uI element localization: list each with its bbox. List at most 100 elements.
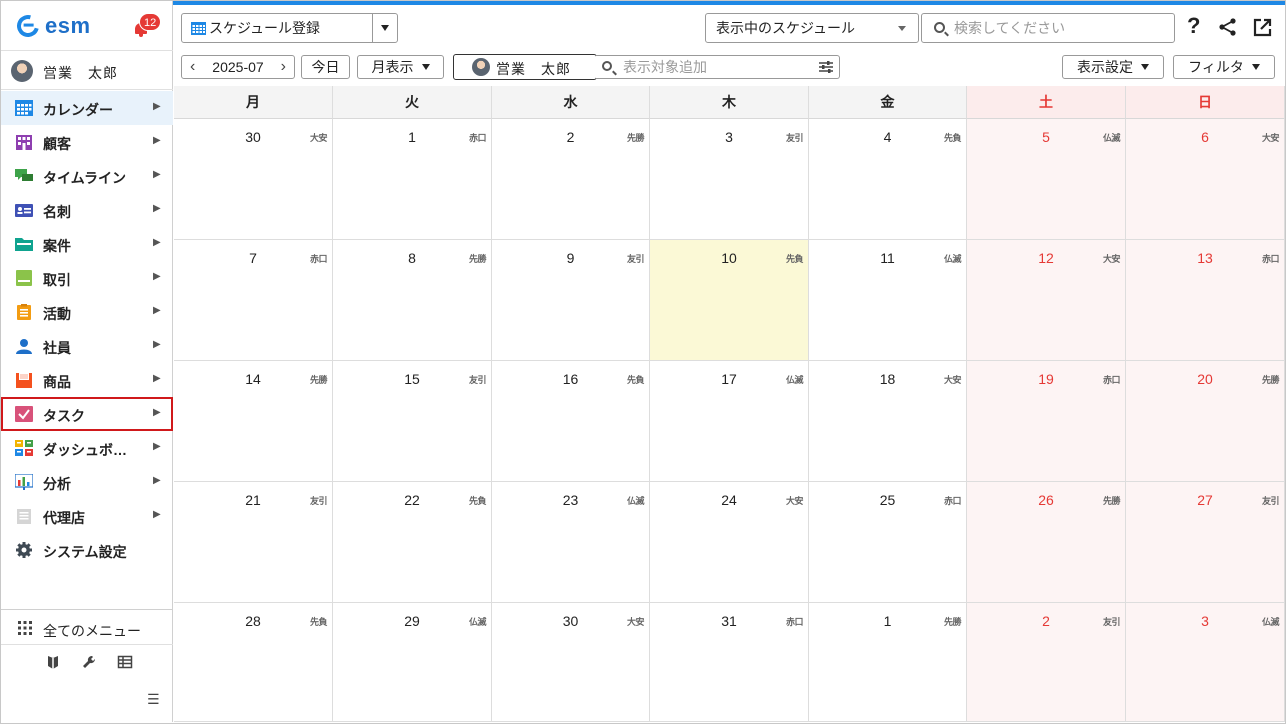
next-month-button[interactable]: › bbox=[281, 58, 286, 76]
calendar-day-cell[interactable]: 25 赤口 bbox=[809, 482, 967, 603]
day-number[interactable]: 6 bbox=[1126, 129, 1284, 145]
wrench-icon[interactable] bbox=[81, 654, 97, 670]
day-number[interactable]: 1 bbox=[333, 129, 491, 145]
day-number[interactable]: 15 bbox=[333, 371, 491, 387]
day-number[interactable]: 2 bbox=[967, 613, 1125, 629]
calendar-day-cell[interactable]: 28 先負 bbox=[174, 603, 333, 722]
calendar-day-cell[interactable]: 31 赤口 bbox=[650, 603, 809, 722]
calendar-day-cell[interactable]: 1 赤口 bbox=[333, 119, 492, 240]
calendar-day-cell[interactable]: 7 赤口 bbox=[174, 240, 333, 361]
notification-badge[interactable]: 12 bbox=[139, 13, 162, 31]
day-number[interactable]: 10 bbox=[650, 250, 808, 266]
sidebar-item-document[interactable]: 代理店 ▶ bbox=[1, 499, 173, 533]
day-number[interactable]: 16 bbox=[492, 371, 649, 387]
calendar-day-cell[interactable]: 30 大安 bbox=[492, 603, 650, 722]
calendar-day-cell[interactable]: 22 先負 bbox=[333, 482, 492, 603]
collapse-sidebar-icon[interactable]: ☰ bbox=[147, 691, 160, 708]
calendar-day-cell[interactable]: 8 先勝 bbox=[333, 240, 492, 361]
calendar-day-cell[interactable]: 30 大安 bbox=[174, 119, 333, 240]
calendar-day-cell[interactable]: 26 先勝 bbox=[967, 482, 1126, 603]
member-chip[interactable]: 営業 太郎 bbox=[453, 54, 597, 80]
calendar-day-cell[interactable]: 24 大安 bbox=[650, 482, 809, 603]
table-icon[interactable] bbox=[117, 654, 133, 670]
day-number[interactable]: 20 bbox=[1126, 371, 1284, 387]
sidebar-item-product[interactable]: 商品 ▶ bbox=[1, 363, 173, 397]
day-number[interactable]: 30 bbox=[492, 613, 649, 629]
sidebar-item-gear[interactable]: システム設定 bbox=[1, 533, 173, 567]
sidebar-item-person[interactable]: 社員 ▶ bbox=[1, 329, 173, 363]
day-number[interactable]: 3 bbox=[650, 129, 808, 145]
filter-button[interactable]: フィルタ bbox=[1173, 55, 1275, 79]
day-number[interactable]: 2 bbox=[492, 129, 649, 145]
view-mode-select[interactable]: 月表示 bbox=[357, 55, 444, 79]
day-number[interactable]: 27 bbox=[1126, 492, 1284, 508]
calendar-day-cell[interactable]: 11 仏滅 bbox=[809, 240, 967, 361]
calendar-day-cell[interactable]: 3 友引 bbox=[650, 119, 809, 240]
schedule-register-dropdown[interactable] bbox=[372, 13, 398, 43]
share-icon[interactable] bbox=[1218, 17, 1238, 37]
sidebar-item-chart[interactable]: 分析 ▶ bbox=[1, 465, 173, 499]
day-number[interactable]: 21 bbox=[174, 492, 332, 508]
sidebar-item-chat[interactable]: タイムライン ▶ bbox=[1, 159, 173, 193]
day-number[interactable]: 1 bbox=[809, 613, 966, 629]
schedule-register-button[interactable]: スケジュール登録 bbox=[181, 13, 373, 43]
day-number[interactable]: 19 bbox=[967, 371, 1125, 387]
sidebar-item-notepad[interactable]: 活動 ▶ bbox=[1, 295, 173, 329]
day-number[interactable]: 12 bbox=[967, 250, 1125, 266]
calendar-day-cell[interactable]: 13 赤口 bbox=[1126, 240, 1285, 361]
calendar-day-cell[interactable]: 2 友引 bbox=[967, 603, 1126, 722]
sidebar-item-deal[interactable]: 取引 ▶ bbox=[1, 261, 173, 295]
day-number[interactable]: 24 bbox=[650, 492, 808, 508]
day-number[interactable]: 22 bbox=[333, 492, 491, 508]
calendar-day-cell[interactable]: 20 先勝 bbox=[1126, 361, 1285, 482]
day-number[interactable]: 13 bbox=[1126, 250, 1284, 266]
calendar-day-cell[interactable]: 19 赤口 bbox=[967, 361, 1126, 482]
day-number[interactable]: 23 bbox=[492, 492, 649, 508]
calendar-day-cell[interactable]: 18 大安 bbox=[809, 361, 967, 482]
calendar-day-cell[interactable]: 27 友引 bbox=[1126, 482, 1285, 603]
day-number[interactable]: 25 bbox=[809, 492, 966, 508]
open-external-icon[interactable] bbox=[1253, 18, 1272, 37]
day-number[interactable]: 18 bbox=[809, 371, 966, 387]
day-number[interactable]: 3 bbox=[1126, 613, 1284, 629]
calendar-day-cell-today[interactable]: 10 先負 bbox=[650, 240, 809, 361]
day-number[interactable]: 11 bbox=[809, 250, 966, 266]
calendar-day-cell[interactable]: 12 大安 bbox=[967, 240, 1126, 361]
sidebar-item-dashboard[interactable]: ダッシュボ… ▶ bbox=[1, 431, 173, 465]
calendar-day-cell[interactable]: 6 大安 bbox=[1126, 119, 1285, 240]
day-number[interactable]: 17 bbox=[650, 371, 808, 387]
app-logo[interactable]: esm bbox=[45, 13, 91, 39]
day-number[interactable]: 26 bbox=[967, 492, 1125, 508]
day-number[interactable]: 14 bbox=[174, 371, 332, 387]
day-number[interactable]: 31 bbox=[650, 613, 808, 629]
day-number[interactable]: 30 bbox=[174, 129, 332, 145]
day-number[interactable]: 4 bbox=[809, 129, 966, 145]
sidebar-item-folder[interactable]: 案件 ▶ bbox=[1, 227, 173, 261]
today-button[interactable]: 今日 bbox=[301, 55, 350, 79]
search-input[interactable] bbox=[954, 19, 1164, 37]
user-profile[interactable]: 営業 太郎 bbox=[1, 52, 173, 90]
all-menu-button[interactable]: 全てのメニュー bbox=[1, 609, 173, 645]
calendar-day-cell[interactable]: 17 仏滅 bbox=[650, 361, 809, 482]
sidebar-item-card[interactable]: 名刺 ▶ bbox=[1, 193, 173, 227]
calendar-day-cell[interactable]: 23 仏滅 bbox=[492, 482, 650, 603]
calendar-day-cell[interactable]: 3 仏滅 bbox=[1126, 603, 1285, 722]
day-number[interactable]: 29 bbox=[333, 613, 491, 629]
day-number[interactable]: 5 bbox=[967, 129, 1125, 145]
prev-month-button[interactable]: ‹ bbox=[190, 58, 195, 76]
calendar-day-cell[interactable]: 5 仏滅 bbox=[967, 119, 1126, 240]
sidebar-item-task-check[interactable]: タスク ▶ bbox=[1, 397, 173, 431]
calendar-day-cell[interactable]: 9 友引 bbox=[492, 240, 650, 361]
calendar-day-cell[interactable]: 29 仏滅 bbox=[333, 603, 492, 722]
display-schedule-select[interactable]: 表示中のスケジュール bbox=[705, 13, 919, 43]
day-number[interactable]: 7 bbox=[174, 250, 332, 266]
shield-bookmark-icon[interactable] bbox=[45, 654, 61, 670]
calendar-day-cell[interactable]: 4 先負 bbox=[809, 119, 967, 240]
target-add-input[interactable] bbox=[623, 59, 808, 75]
day-number[interactable]: 9 bbox=[492, 250, 649, 266]
calendar-day-cell[interactable]: 15 友引 bbox=[333, 361, 492, 482]
calendar-day-cell[interactable]: 21 友引 bbox=[174, 482, 333, 603]
calendar-day-cell[interactable]: 2 先勝 bbox=[492, 119, 650, 240]
day-number[interactable]: 8 bbox=[333, 250, 491, 266]
sidebar-item-calendar[interactable]: カレンダー ▶ bbox=[1, 91, 173, 125]
